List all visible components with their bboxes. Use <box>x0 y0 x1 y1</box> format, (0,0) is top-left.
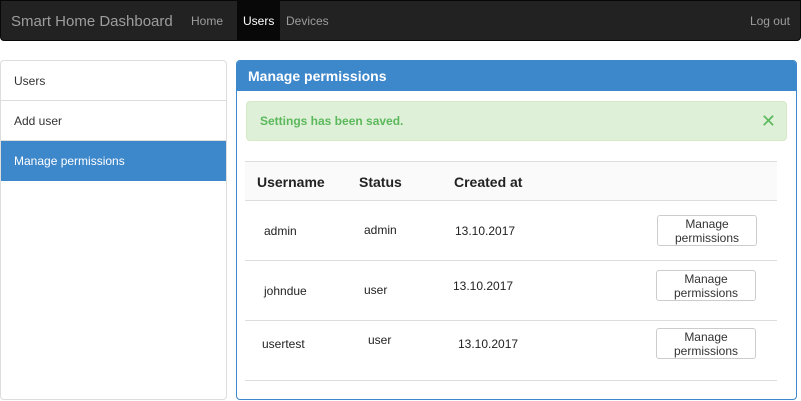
manage-permissions-button[interactable]: Manage permissions <box>656 270 756 301</box>
sidebar: Users Add user Manage permissions <box>0 60 227 400</box>
sidebar-item-add-user[interactable]: Add user <box>1 101 226 141</box>
top-navbar: Smart Home Dashboard Home Users Devices … <box>0 0 801 41</box>
nav-home[interactable]: Home <box>185 1 229 41</box>
table-header: Username Status Created at <box>245 161 777 201</box>
navbar-brand[interactable]: Smart Home Dashboard <box>11 13 173 30</box>
table-row: usertest user 13.10.2017 Manage permissi… <box>245 321 777 381</box>
header-status: Status <box>359 174 402 190</box>
panel-title: Manage permissions <box>237 61 796 91</box>
permissions-panel: Manage permissions Settings has been sav… <box>236 60 797 400</box>
cell-status: user <box>368 333 392 347</box>
logout-link[interactable]: Log out <box>744 1 796 41</box>
sidebar-item-manage-permissions[interactable]: Manage permissions <box>1 141 226 181</box>
cell-username: admin <box>264 224 297 238</box>
cell-created-at: 13.10.2017 <box>458 337 519 351</box>
nav-users[interactable]: Users <box>237 1 281 41</box>
alert-message: Settings has been saved. <box>260 114 404 128</box>
cell-username: usertest <box>262 337 305 351</box>
close-icon[interactable]: ✕ <box>761 102 776 140</box>
success-alert: Settings has been saved. ✕ <box>246 101 787 141</box>
sidebar-item-users[interactable]: Users <box>1 61 226 101</box>
cell-status: user <box>364 283 388 297</box>
manage-permissions-button[interactable]: Manage permissions <box>656 328 756 359</box>
cell-created-at: 13.10.2017 <box>455 224 516 238</box>
cell-username: johndue <box>264 284 307 298</box>
header-created-at: Created at <box>454 174 523 190</box>
table-row: johndue user 13.10.2017 Manage permissio… <box>245 261 777 321</box>
nav-devices[interactable]: Devices <box>280 1 335 41</box>
header-username: Username <box>257 174 325 190</box>
cell-created-at: 13.10.2017 <box>453 279 514 293</box>
manage-permissions-button[interactable]: Manage permissions <box>657 215 757 246</box>
table-row: admin admin 13.10.2017 Manage permission… <box>245 201 777 261</box>
cell-status: admin <box>364 223 397 237</box>
users-table: Username Status Created at admin admin 1… <box>245 161 777 381</box>
